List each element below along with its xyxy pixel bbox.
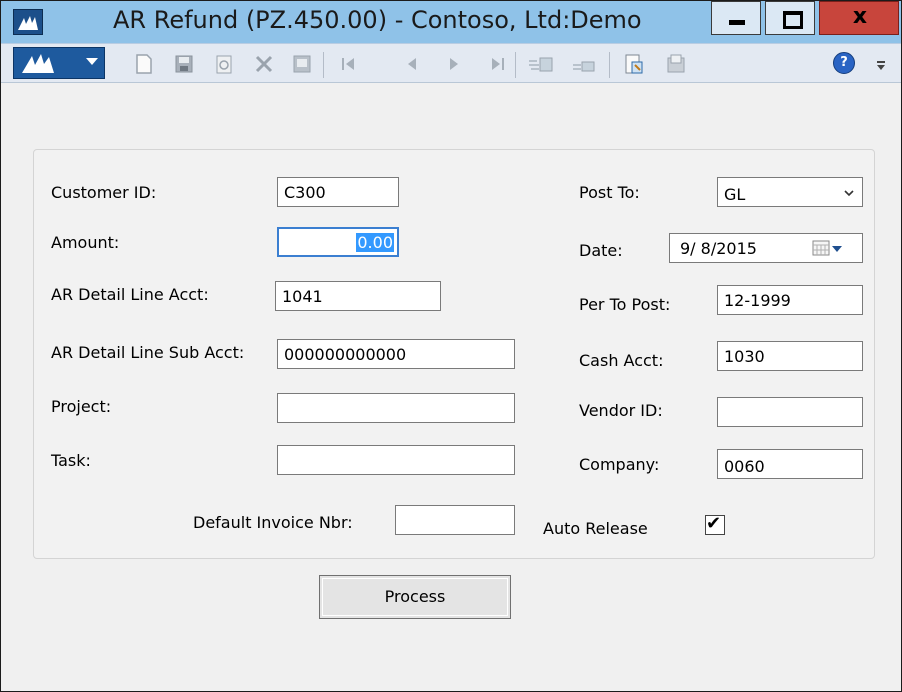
calendar-icon[interactable] [812,240,830,256]
ar-detail-line-sub-acct-label: AR Detail Line Sub Acct: [51,343,245,362]
refresh-icon[interactable] [213,53,235,75]
ar-detail-line-acct-label: AR Detail Line Acct: [51,285,209,304]
app-logo-icon[interactable] [13,9,43,35]
last-record-icon[interactable] [487,53,509,75]
toolbar-separator [515,52,516,78]
amount-label: Amount: [51,233,120,252]
close-icon: x [852,4,868,29]
vendor-id-input[interactable] [717,397,863,427]
save-icon[interactable] [173,53,195,75]
insert-icon[interactable] [527,53,555,75]
app-logo-icon [22,54,54,73]
default-invoice-nbr-label: Default Invoice Nbr: [193,513,353,532]
title-bar[interactable]: AR Refund (PZ.450.00) - Contoso, Ltd:Dem… [1,1,901,43]
cash-acct-input[interactable]: 1030 [717,341,863,371]
project-input[interactable] [277,393,515,423]
maximize-icon [783,11,803,29]
amount-value: 0.00 [356,233,394,252]
customer-id-input[interactable]: C300 [277,177,399,207]
ar-detail-line-sub-acct-input[interactable]: 000000000000 [277,339,515,369]
cash-acct-value: 1030 [724,347,765,366]
toolbar: ? [1,43,901,83]
new-icon[interactable] [133,53,155,75]
company-label: Company: [579,455,660,474]
amount-input[interactable]: 0.00 [277,227,399,257]
help-icon[interactable]: ? [833,52,855,74]
close-button[interactable]: x [819,1,899,35]
post-to-select[interactable]: GL [717,177,863,207]
default-invoice-nbr-input[interactable] [395,505,515,535]
ar-detail-line-acct-input[interactable]: 1041 [275,281,441,311]
auto-release-label: Auto Release [543,519,648,538]
per-to-post-input[interactable]: 12-1999 [717,285,863,315]
copy-icon[interactable] [291,53,313,75]
delete-icon[interactable] [253,53,275,75]
maximize-button[interactable] [765,1,815,35]
cut-icon[interactable] [569,53,597,75]
window-title: AR Refund (PZ.450.00) - Contoso, Ltd:Dem… [113,6,642,34]
vendor-id-label: Vendor ID: [579,401,663,420]
toolbar-separator [323,52,324,78]
checkmark-icon: ✔ [706,513,722,534]
date-label: Date: [579,241,623,260]
cash-acct-label: Cash Acct: [579,351,664,370]
toolbar-separator [609,52,610,78]
application-menu-button[interactable] [13,47,105,79]
per-to-post-label: Per To Post: [579,295,671,314]
ar-refund-window: AR Refund (PZ.450.00) - Contoso, Ltd:Dem… [0,0,902,692]
previous-record-icon[interactable] [401,53,423,75]
customer-id-value: C300 [284,183,326,202]
ar-detail-line-acct-value: 1041 [282,287,323,306]
customer-id-label: Customer ID: [51,183,157,202]
company-value: 0060 [724,457,765,476]
chevron-down-icon [86,58,98,65]
minimize-icon [729,20,745,25]
first-record-icon[interactable] [337,53,359,75]
chevron-down-icon [844,190,854,197]
minimize-button[interactable] [711,1,761,35]
company-input[interactable]: 0060 [717,449,863,479]
per-to-post-value: 12-1999 [724,291,791,310]
chevron-down-icon[interactable] [832,246,842,252]
toolbar-overflow-icon[interactable] [876,58,886,72]
attachment-icon[interactable] [623,53,645,75]
next-record-icon[interactable] [443,53,465,75]
post-to-value: GL [724,185,746,204]
ar-detail-line-sub-acct-value: 000000000000 [284,345,407,364]
process-button[interactable]: Process [319,575,511,619]
date-value: 9/ 8/2015 [680,239,757,258]
project-label: Project: [51,397,112,416]
task-label: Task: [51,451,91,470]
auto-release-checkbox[interactable]: ✔ [705,513,725,535]
note-icon[interactable] [665,53,687,75]
process-button-label: Process [384,587,446,606]
date-input[interactable]: 9/ 8/2015 [669,233,863,263]
post-to-label: Post To: [579,183,640,202]
task-input[interactable] [277,445,515,475]
